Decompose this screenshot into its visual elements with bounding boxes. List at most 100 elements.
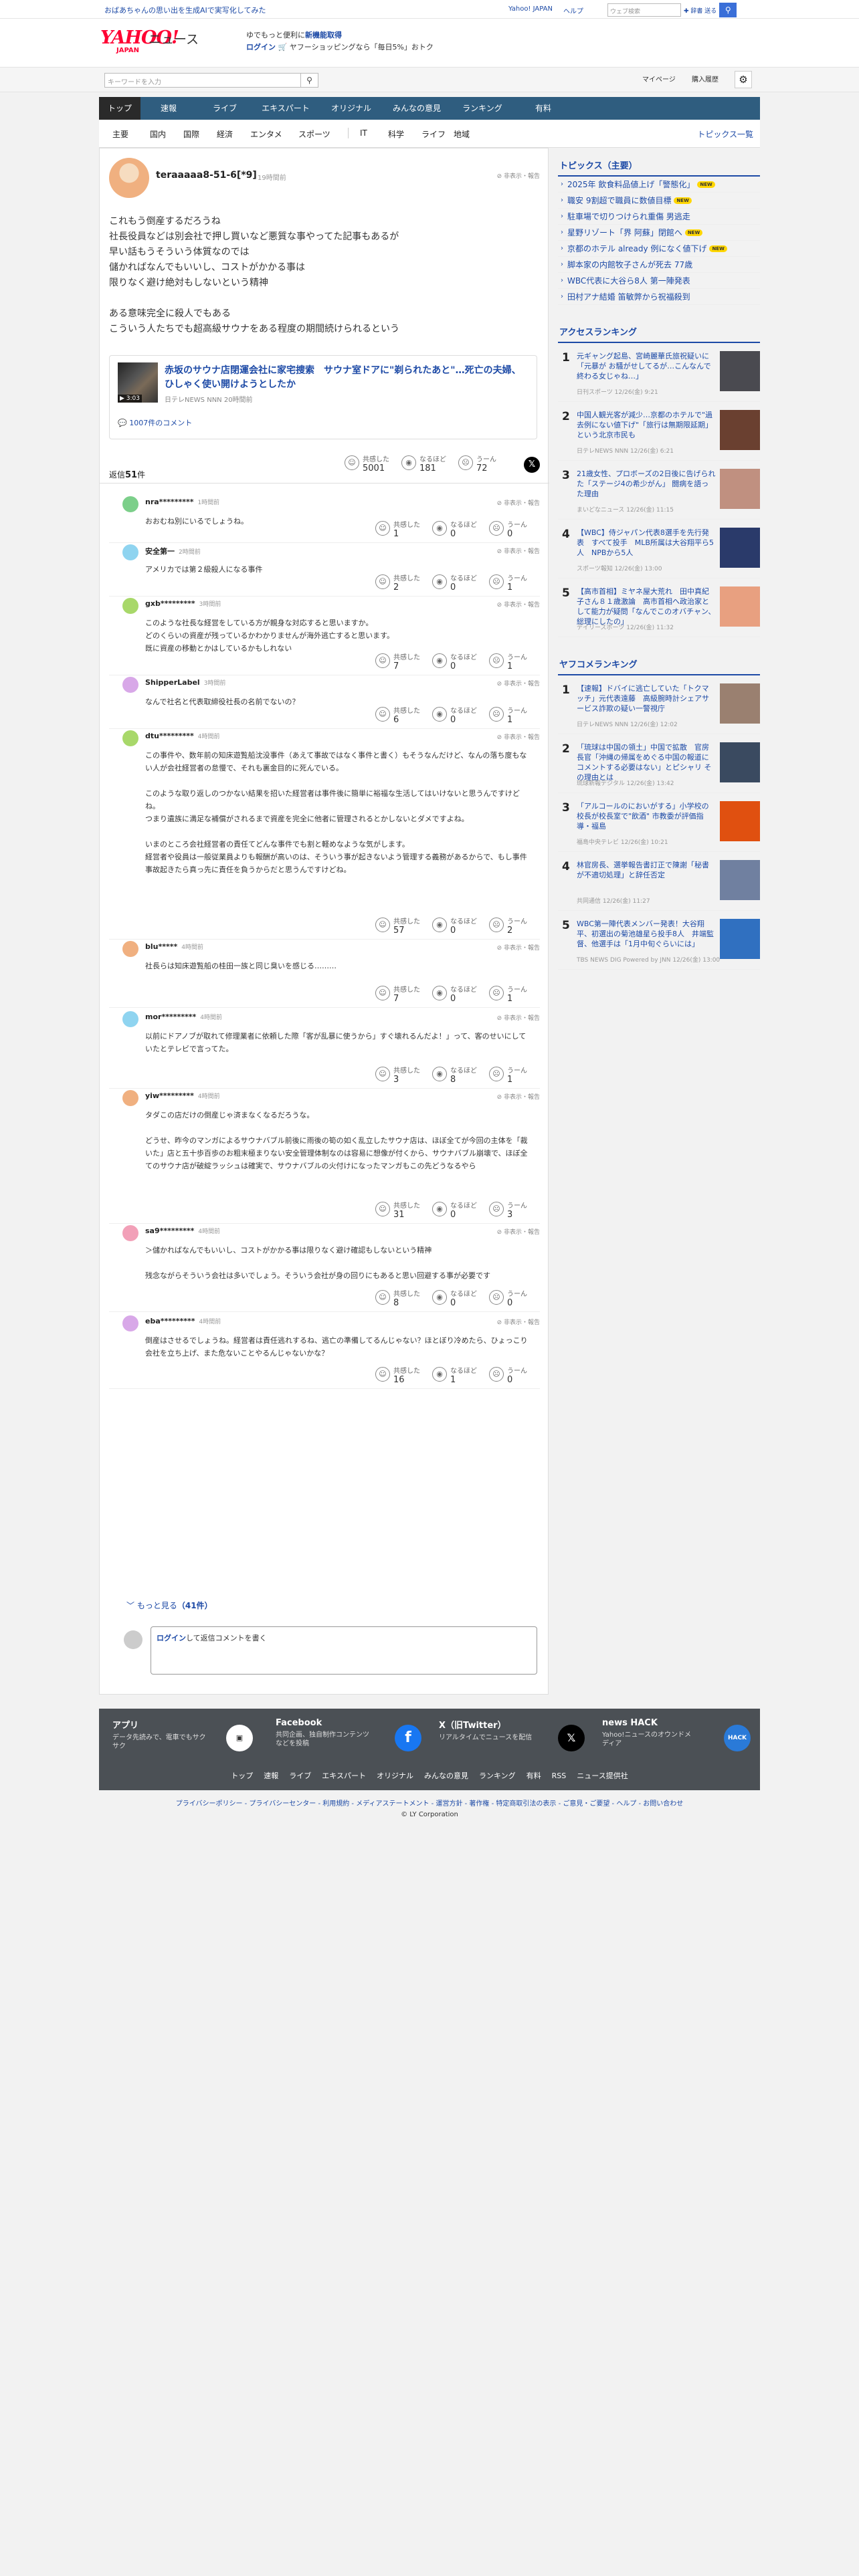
footer-nav-link[interactable]: トップ — [231, 1772, 253, 1780]
ranking-thumbnail[interactable] — [720, 528, 760, 568]
ranking-item[interactable]: 3 「アルコールのにおいがする」小学校の校長が校長室で"飲酒" 市教委が評価指導・… — [558, 793, 760, 852]
tab-opinions[interactable]: みんなの意見 — [384, 97, 450, 120]
avatar[interactable] — [122, 496, 138, 512]
reaction-hmm-button[interactable]: ☹ うーん 3 — [489, 1202, 527, 1219]
tab-live[interactable]: ライブ — [197, 97, 253, 120]
keyword-search-input[interactable]: キーワードを入力 ⚲ — [104, 73, 318, 88]
ranking-thumbnail[interactable] — [720, 351, 760, 391]
footer-nav-link[interactable]: RSS — [552, 1772, 567, 1780]
reaction-hmm-button[interactable]: ☹ うーん 1 — [489, 574, 527, 592]
category-world[interactable]: 国際 — [183, 128, 199, 140]
login-link[interactable]: ログイン — [246, 43, 276, 51]
search-icon[interactable]: ⚲ — [300, 74, 318, 87]
ranking-thumbnail[interactable] — [720, 919, 760, 959]
ranking-thumbnail[interactable] — [720, 801, 760, 841]
hide-report-button[interactable]: ⊘ 非表示・報告 — [497, 679, 540, 687]
topic-item[interactable]: › 田村アナ結婚 笛敏弊から祝福殺到 — [558, 289, 760, 305]
hide-report-button[interactable]: ⊘ 非表示・報告 — [497, 732, 540, 741]
login-link[interactable]: ログイン — [157, 1634, 186, 1642]
hide-report-button[interactable]: ⊘ 非表示・報告 — [497, 546, 540, 555]
footer-nav-link[interactable]: ニュース提供社 — [577, 1772, 628, 1780]
ranking-title[interactable]: 【WBC】侍ジャパン代表8選手を先行発表 すべて投手 MLB所属は大谷翔平ら5人… — [577, 528, 716, 558]
history-link[interactable]: 購入履歴 — [692, 74, 719, 84]
reaction-insight-button[interactable]: ◉ なるほど 0 — [432, 986, 477, 1003]
x-share-icon[interactable]: 𝕏 — [524, 457, 540, 473]
legal-text[interactable]: プライバシーポリシー - プライバシーセンター - 利用規約 - メディアステー… — [99, 1799, 760, 1810]
reply-user[interactable]: blu***** 4時間前 — [145, 942, 203, 951]
reaction-insight-button[interactable]: ◉ なるほど 0 — [432, 574, 477, 592]
reply-user[interactable]: sa9********* 4時間前 — [145, 1226, 220, 1235]
hide-report-button[interactable]: ⊘ 非表示・報告 — [497, 943, 540, 952]
article-card[interactable]: ▶ 3:03 赤坂のサウナ店閉運会社に家宅捜索 サウナ室ドアに"剃られたあと"…… — [109, 355, 537, 439]
avatar[interactable] — [122, 544, 138, 560]
avatar[interactable] — [122, 941, 138, 957]
avatar[interactable] — [109, 158, 149, 198]
category-sports[interactable]: スポーツ — [298, 128, 330, 140]
mypage-link[interactable]: マイページ — [642, 74, 676, 84]
footer-nav-link[interactable]: 速報 — [264, 1772, 278, 1780]
reaction-hmm-button[interactable]: ☹ うーん 72 — [458, 455, 496, 473]
ranking-title[interactable]: 元ギャング起島、宮崎麗華氏旅祝疑いに「元暴が お騒がせしてるが…こんなんで終わる… — [577, 351, 716, 381]
ranking-item[interactable]: 2 「琉球は中国の領土」中国で拡散 官房長官「沖縄の帰属をめぐる中国の報道にコメン… — [558, 734, 760, 793]
ranking-item[interactable]: 5 WBC第一陣代表メンバー発表！大谷翔平、初選出の菊池雄星ら投手8人 井端監督、… — [558, 911, 760, 970]
avatar[interactable] — [122, 1225, 138, 1241]
reaction-hmm-button[interactable]: ☹ うーん 0 — [489, 521, 527, 538]
ranking-title[interactable]: 林官房長、選挙報告書訂正で陳謝「秘書が不適切処理」と辞任否定 — [577, 860, 716, 880]
article-comments-link[interactable]: 💬 1007件のコメント — [118, 417, 192, 428]
reaction-hmm-button[interactable]: ☹ うーん 2 — [489, 918, 527, 935]
ranking-thumbnail[interactable] — [720, 683, 760, 724]
topic-item[interactable]: › 職安 9割超で職員に数値目標 NEW — [558, 193, 760, 209]
web-search-options[interactable]: ✚ 辞書 送る — [684, 6, 717, 15]
reply-user[interactable]: nra********* 1時間前 — [145, 498, 219, 506]
reply-user[interactable]: eba********* 4時間前 — [145, 1317, 221, 1325]
topic-item[interactable]: › 京都のホテル already 例になく値下げ NEW — [558, 241, 760, 257]
reaction-agree-button[interactable]: ☺ 共感した 16 — [375, 1367, 420, 1384]
category-economy[interactable]: 経済 — [217, 128, 233, 140]
reaction-insight-button[interactable]: ◉ なるほど 0 — [432, 521, 477, 538]
reaction-hmm-button[interactable]: ☹ うーん 0 — [489, 1367, 527, 1384]
topic-item[interactable]: › 2025年 飲食料品値上げ「警態化」 NEW — [558, 177, 760, 193]
hide-report-button[interactable]: ⊘ 非表示・報告 — [497, 1013, 540, 1022]
help-link[interactable]: ヘルプ — [563, 5, 583, 15]
footer-nav-link[interactable]: みんなの意見 — [424, 1772, 468, 1780]
reaction-agree-button[interactable]: ☺ 共感した 6 — [375, 707, 420, 724]
ranking-item[interactable]: 3 21歳女性、プロボーズの2日後に告げられた「ステージ4の希少がん」 闘病を語っ… — [558, 461, 760, 520]
category-domestic[interactable]: 国内 — [150, 128, 166, 140]
footer-nav-link[interactable]: ランキング — [479, 1772, 516, 1780]
category-it[interactable]: IT — [360, 128, 367, 138]
tab-original[interactable]: オリジナル — [318, 97, 384, 120]
yahoo-japan-link[interactable]: Yahoo! JAPAN — [508, 5, 553, 15]
search-icon[interactable]: ⚲ — [719, 3, 737, 17]
reaction-hmm-button[interactable]: ☹ うーん 1 — [489, 653, 527, 671]
reaction-insight-button[interactable]: ◉ なるほど 181 — [401, 455, 446, 473]
category-science[interactable]: 科学 — [388, 128, 404, 140]
reaction-insight-button[interactable]: ◉ なるほど 0 — [432, 1202, 477, 1219]
footer-nav-link[interactable]: オリジナル — [377, 1772, 413, 1780]
reaction-agree-button[interactable]: ☺ 共感した 7 — [375, 653, 420, 671]
reaction-hmm-button[interactable]: ☹ うーん 0 — [489, 1290, 527, 1307]
ranking-title[interactable]: WBC第一陣代表メンバー発表！大谷翔平、初選出の菊池雄星ら投手8人 井端監督、他… — [577, 919, 716, 949]
reaction-hmm-button[interactable]: ☹ うーん 1 — [489, 986, 527, 1003]
hide-report-button[interactable]: ⊘ 非表示・報告 — [497, 1227, 540, 1236]
ranking-item[interactable]: 1 元ギャング起島、宮崎麗華氏旅祝疑いに「元暴が お騒がせしてるが…こんなんで終わ… — [558, 343, 760, 402]
reply-user[interactable]: ShipperLabel 3時間前 — [145, 678, 225, 687]
footer-facebook-card[interactable]: Facebook 共同企画、独自制作コンテンツなどを投稿 f — [276, 1718, 430, 1758]
ranking-item[interactable]: 4 【WBC】侍ジャパン代表8選手を先行発表 すべて投手 MLB所属は大谷翔平ら5… — [558, 520, 760, 578]
footer-nav-link[interactable]: ライブ — [289, 1772, 311, 1780]
reply-user[interactable]: mor********* 4時間前 — [145, 1012, 222, 1021]
reaction-agree-button[interactable]: ☺ 共感した 8 — [375, 1290, 420, 1307]
avatar[interactable] — [122, 730, 138, 746]
avatar[interactable] — [122, 677, 138, 693]
show-more-button[interactable]: ﹀ もっと見る（41件） — [126, 1600, 213, 1611]
hide-report-button[interactable]: ⊘ 非表示・報告 — [497, 1092, 540, 1101]
ranking-thumbnail[interactable] — [720, 742, 760, 782]
reaction-insight-button[interactable]: ◉ なるほど 0 — [432, 653, 477, 671]
top-promo-link[interactable]: おばあちゃんの思い出を生成AIで実写化してみた — [104, 5, 266, 15]
reaction-agree-button[interactable]: ☺ 共感した 57 — [375, 918, 420, 935]
reaction-agree-button[interactable]: ☺ 共感した 31 — [375, 1202, 420, 1219]
new-feature-link[interactable]: 新機能取得 — [305, 31, 342, 39]
news-wordmark[interactable]: ニュース — [149, 29, 199, 47]
article-thumbnail[interactable]: ▶ 3:03 — [118, 362, 158, 403]
reply-user[interactable]: dtu********* 4時間前 — [145, 732, 219, 740]
reaction-hmm-button[interactable]: ☹ うーん 1 — [489, 707, 527, 724]
